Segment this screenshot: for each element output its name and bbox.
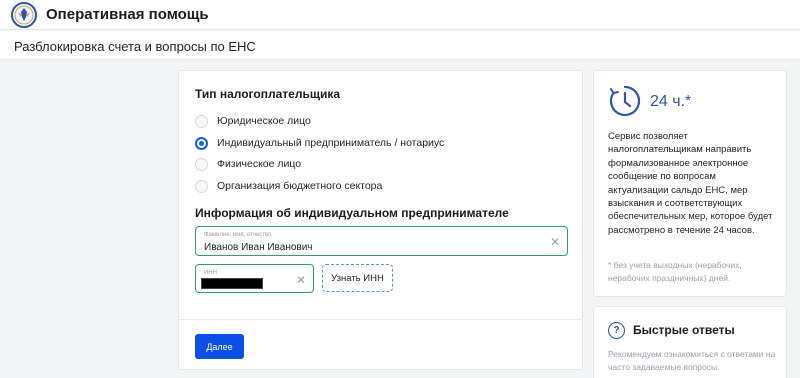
radio-budget-organization[interactable]: Организация бюджетного сектора — [195, 178, 382, 194]
close-icon[interactable]: ✕ — [296, 274, 306, 286]
page-title: Разблокировка счета и вопросы по ЕНС — [14, 39, 256, 54]
radio-button[interactable] — [195, 179, 208, 193]
find-inn-button[interactable]: Узнать ИНН — [322, 264, 393, 292]
inn-field-label: ИНН — [204, 270, 217, 276]
taxpayer-type-title: Тип налогоплательщика — [195, 87, 340, 101]
radio-label: Юридическое лицо — [217, 115, 311, 127]
radio-individual-entrepreneur[interactable]: Индивидуальный предприниматель / нотариу… — [195, 135, 444, 151]
radio-label: Физическое лицо — [217, 158, 302, 170]
radio-button[interactable] — [195, 114, 208, 128]
divider — [179, 319, 582, 320]
radio-legal-entity[interactable]: Юридическое лицо — [195, 113, 311, 129]
taxpayer-form-card: Тип налогоплательщика Юридическое лицо И… — [178, 70, 583, 370]
radio-button-checked[interactable] — [195, 136, 208, 150]
fio-field-label: Фамилия, имя, отчество — [204, 232, 272, 238]
next-button[interactable]: Далее — [195, 334, 244, 359]
question-icon: ? — [608, 322, 625, 339]
quick-answers-text: Рекомендуем ознакомиться с ответами на ч… — [608, 349, 776, 372]
fio-field[interactable]: Фамилия, имя, отчество Иванов Иван Ивано… — [195, 226, 568, 256]
service-description: Сервис позволяет налогоплательщикам напр… — [608, 131, 773, 236]
radio-label: Организация бюджетного сектора — [217, 180, 383, 192]
radio-label: Индивидуальный предприниматель / нотариу… — [217, 137, 445, 149]
quick-answers-title: Быстрые ответы — [633, 323, 735, 337]
fns-emblem-icon[interactable] — [11, 2, 37, 28]
close-icon[interactable]: ✕ — [550, 236, 560, 248]
ip-info-title: Информация об индивидуальном предпринима… — [195, 206, 509, 220]
radio-individual[interactable]: Физическое лицо — [195, 156, 301, 172]
response-time: 24 ч.* — [650, 93, 692, 110]
app-title: Оперативная помощь — [46, 6, 209, 23]
inn-redacted-value — [201, 278, 263, 289]
clock-icon — [609, 85, 641, 117]
radio-button[interactable] — [195, 157, 208, 171]
fio-field-value[interactable]: Иванов Иван Иванович — [204, 242, 313, 253]
quick-answers-card[interactable]: ? Быстрые ответы Рекомендуем ознакомитьс… — [593, 306, 787, 378]
service-footnote: * без учета выходных (нерабочих, нерабоч… — [608, 260, 742, 283]
sub-header: Разблокировка счета и вопросы по ЕНС — [0, 31, 800, 60]
inn-field[interactable]: ИНН ✕ — [195, 264, 314, 293]
top-bar: Оперативная помощь — [0, 0, 800, 30]
service-info-card: 24 ч.* Сервис позволяет налогоплательщик… — [593, 70, 787, 297]
